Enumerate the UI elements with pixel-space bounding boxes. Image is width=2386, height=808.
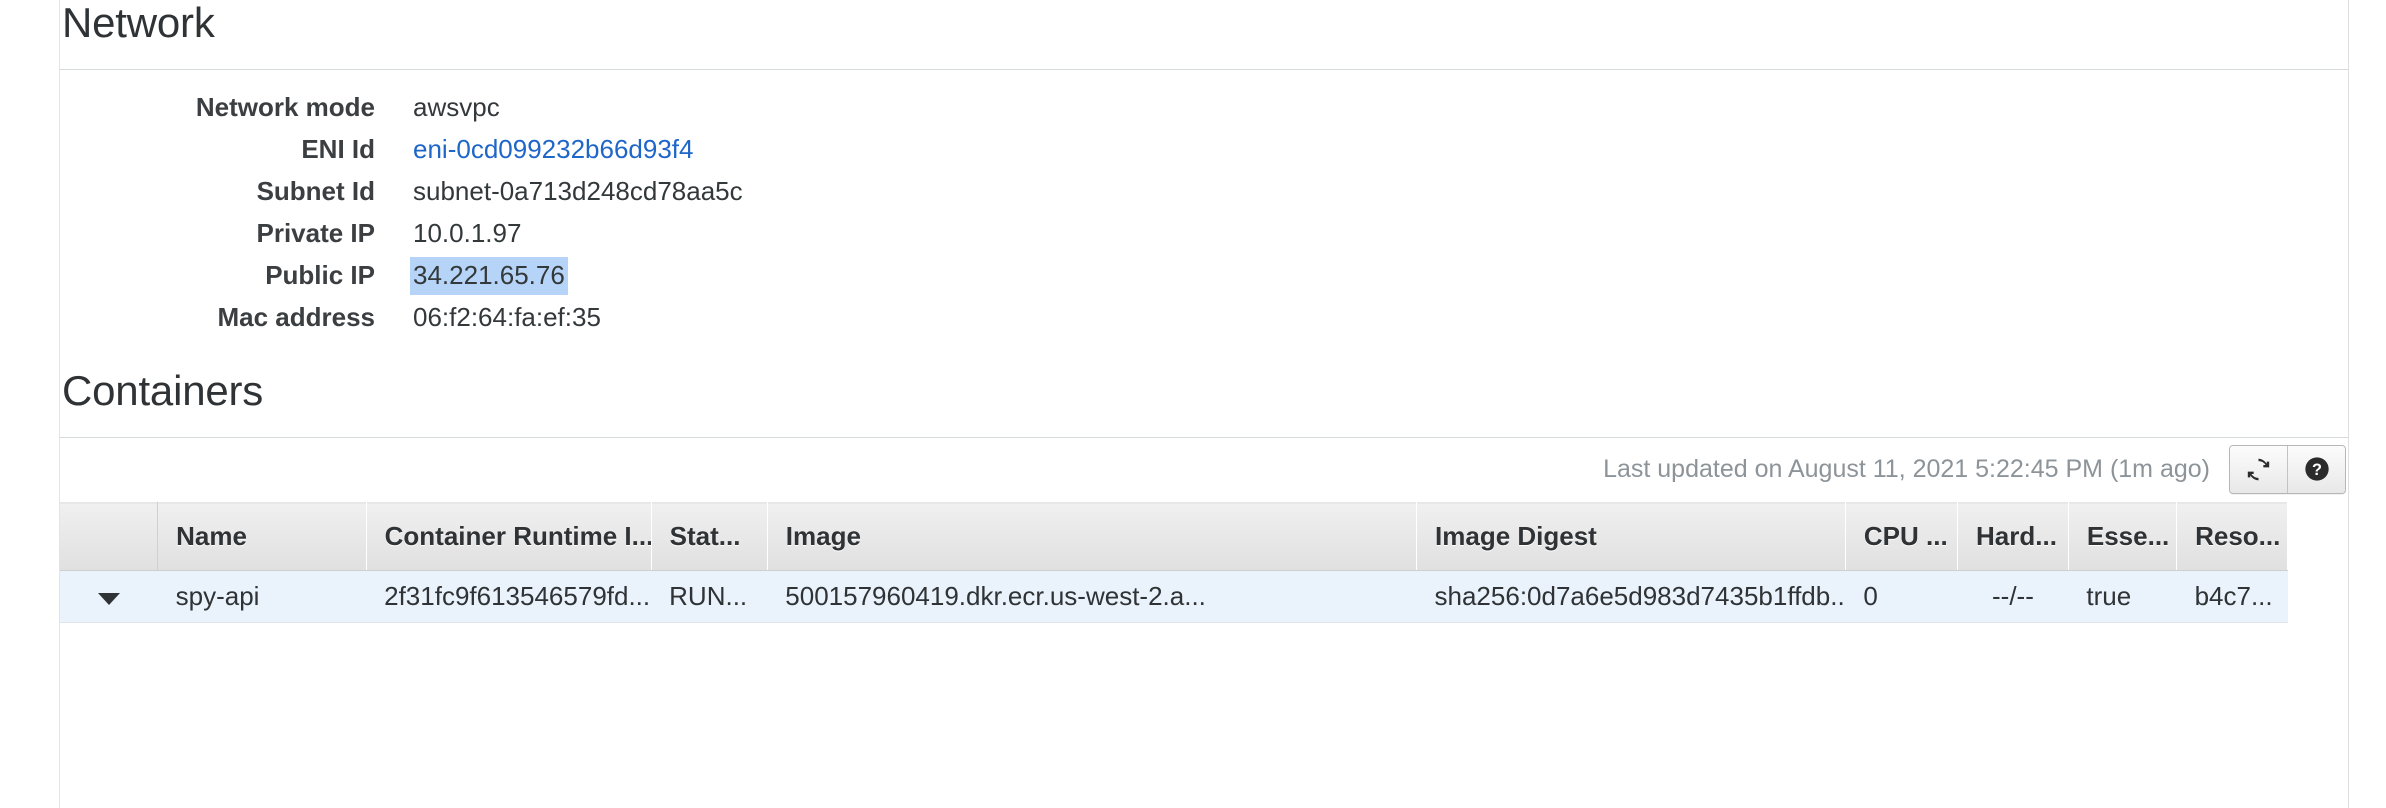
detail-label-private-ip: Private IP [256,218,375,248]
toolbar-button-group: ? [2229,444,2346,494]
column-header-image[interactable]: Image [767,502,1418,571]
column-header-image-digest[interactable]: Image Digest [1416,502,1846,571]
network-details-list: Network mode awsvpc ENI Id eni-0cd099232… [60,92,2348,344]
network-section: Network Network mode awsvpc ENI Id eni-0… [60,0,2348,344]
containers-table-wrapper: Name Container Runtime I... Stat... Imag… [60,502,2288,623]
column-header-expander [60,502,159,571]
detail-value-private-ip: 10.0.1.97 [413,218,522,248]
detail-label-eni-id: ENI Id [301,134,375,164]
cell-image-digest: sha256:0d7a6e5d983d7435b1ffdb... [1416,570,1846,623]
network-title-divider [60,69,2348,70]
detail-row-eni-id: ENI Id eni-0cd099232b66d93f4 [60,134,2348,176]
column-header-hard-limit[interactable]: Hard... [1957,502,2069,571]
column-header-name[interactable]: Name [157,502,367,571]
cell-name: spy-api [157,570,367,623]
cell-status: RUN... [651,570,768,623]
cell-essential: true [2068,570,2177,623]
cell-image: 500157960419.dkr.ecr.us-west-2.a... [767,570,1417,623]
column-header-resource[interactable]: Reso... [2176,502,2288,571]
column-header-container-runtime-id[interactable]: Container Runtime I... [366,502,652,571]
column-header-status[interactable]: Stat... [651,502,768,571]
content-area: Network Network mode awsvpc ENI Id eni-0… [60,0,2348,808]
detail-value-public-ip: 34.221.65.76 [410,257,568,295]
public-ip-selected-text[interactable]: 34.221.65.76 [410,257,568,295]
table-header-row: Name Container Runtime I... Stat... Imag… [60,502,2288,571]
row-expander-cell[interactable] [60,570,158,623]
detail-value-network-mode: awsvpc [413,92,500,122]
cell-resource: b4c7... [2176,570,2288,623]
chevron-down-icon[interactable] [97,593,120,605]
detail-label-network-mode: Network mode [195,92,375,122]
column-header-cpu[interactable]: CPU ... [1845,502,1959,571]
detail-row-subnet-id: Subnet Id subnet-0a713d248cd78aa5c [60,176,2348,218]
refresh-button[interactable] [2230,445,2287,493]
detail-value-subnet-id: subnet-0a713d248cd78aa5c [413,176,743,206]
refresh-icon [2245,456,2272,483]
detail-value-mac-address: 06:f2:64:fa:ef:35 [413,302,601,332]
network-section-title: Network [62,0,215,46]
containers-section: Containers Last updated on August 11, 20… [60,370,2348,623]
containers-toolbar: Last updated on August 11, 2021 5:22:45 … [60,438,2348,500]
help-icon: ? [2303,455,2331,483]
help-button[interactable]: ? [2287,445,2345,493]
cell-hard-limit: --/-- [1957,570,2069,623]
table-row[interactable]: spy-api 2f31fc9f613546579fd... RUN... 50… [60,570,2288,623]
cell-cpu: 0 [1845,570,1958,623]
containers-table: Name Container Runtime I... Stat... Imag… [60,502,2288,623]
containers-table-head: Name Container Runtime I... Stat... Imag… [60,502,2288,571]
last-updated-text: Last updated on August 11, 2021 5:22:45 … [1603,454,2210,483]
detail-row-private-ip: Private IP 10.0.1.97 [60,218,2348,260]
svg-text:?: ? [2312,461,2322,479]
column-header-essential[interactable]: Esse... [2068,502,2178,571]
page-root: Network Network mode awsvpc ENI Id eni-0… [0,0,2386,808]
detail-label-public-ip: Public IP [265,260,375,290]
detail-value-eni-id-link[interactable]: eni-0cd099232b66d93f4 [413,134,693,165]
detail-row-network-mode: Network mode awsvpc [60,92,2348,134]
cell-container-runtime-id: 2f31fc9f613546579fd... [366,570,652,623]
right-border-rule [2348,0,2349,808]
containers-section-title: Containers [62,367,264,414]
detail-label-mac-address: Mac address [217,302,375,332]
detail-label-subnet-id: Subnet Id [256,176,375,206]
detail-row-mac-address: Mac address 06:f2:64:fa:ef:35 [60,302,2348,344]
containers-table-body: spy-api 2f31fc9f613546579fd... RUN... 50… [60,570,2288,623]
detail-row-public-ip: Public IP 34.221.65.76 [60,257,2348,302]
